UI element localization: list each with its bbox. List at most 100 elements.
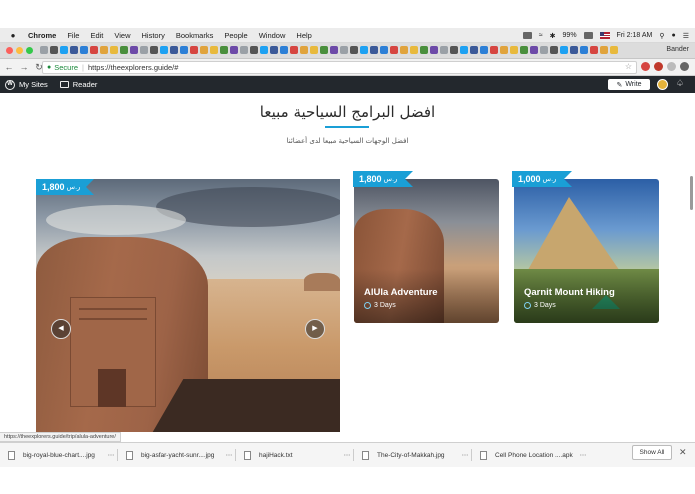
wifi-icon[interactable]: ≈ xyxy=(539,32,543,39)
tab-favicon-icon[interactable] xyxy=(330,46,338,54)
trip-card-alula[interactable]: AlUla Adventure 3 Days xyxy=(354,179,499,323)
menu-view[interactable]: View xyxy=(114,31,130,40)
tab-favicon-icon[interactable] xyxy=(90,46,98,54)
app-name[interactable]: Chrome xyxy=(28,31,56,40)
tab-favicon-icon[interactable] xyxy=(220,46,228,54)
tab-favicon-icon[interactable] xyxy=(410,46,418,54)
url-text[interactable]: https://theexplorers.guide/# xyxy=(88,63,178,72)
fullscreen-window-icon[interactable] xyxy=(26,47,33,54)
download-menu-button[interactable]: ⋯ xyxy=(458,451,472,459)
tab-favicon-icon[interactable] xyxy=(600,46,608,54)
extension-icon[interactable] xyxy=(641,62,650,71)
address-bar[interactable]: ● Secure | https://theexplorers.guide/# … xyxy=(42,61,637,74)
tab-favicon-icon[interactable] xyxy=(120,46,128,54)
spotlight-icon[interactable]: ⚲ xyxy=(659,32,664,40)
tab-favicon-icon[interactable] xyxy=(310,46,318,54)
tab-favicon-icon[interactable] xyxy=(380,46,388,54)
download-item[interactable]: hajiHack.txt ⋯ xyxy=(236,445,354,465)
battery-icon[interactable] xyxy=(583,32,593,39)
tab-favicon-icon[interactable] xyxy=(530,46,538,54)
download-menu-button[interactable]: ⋯ xyxy=(576,451,590,459)
tab-favicon-icon[interactable] xyxy=(40,46,48,54)
avatar[interactable] xyxy=(657,79,668,90)
menu-bookmarks[interactable]: Bookmarks xyxy=(176,31,214,40)
notification-center-icon[interactable]: ☰ xyxy=(683,32,689,40)
input-flag-icon[interactable] xyxy=(599,32,610,39)
my-sites-link[interactable]: My Sites xyxy=(19,80,48,89)
tab-favicon-icon[interactable] xyxy=(210,46,218,54)
tab-favicon-icon[interactable] xyxy=(320,46,328,54)
tab-favicon-icon[interactable] xyxy=(460,46,468,54)
write-button[interactable]: ✎ Write xyxy=(608,79,650,90)
tab-favicon-icon[interactable] xyxy=(500,46,508,54)
status-icon[interactable] xyxy=(522,32,532,39)
extension-icon[interactable] xyxy=(667,62,676,71)
download-menu-button[interactable]: ⋯ xyxy=(222,451,236,459)
download-item[interactable]: big-royal-blue-chart....jpg ⋯ xyxy=(0,445,118,465)
notifications-icon[interactable]: ♤ xyxy=(676,78,684,89)
tab-favicon-icon[interactable] xyxy=(540,46,548,54)
close-download-shelf-icon[interactable]: ✕ xyxy=(679,447,687,458)
tab-favicon-icon[interactable] xyxy=(160,46,168,54)
card-title[interactable]: AlUla Adventure xyxy=(364,287,438,298)
bluetooth-icon[interactable]: ✱ xyxy=(550,32,556,40)
menu-file[interactable]: File xyxy=(67,31,79,40)
tab-favicon-icon[interactable] xyxy=(370,46,378,54)
tab-favicon-icon[interactable] xyxy=(580,46,588,54)
tab-favicon-icon[interactable] xyxy=(70,46,78,54)
tab-favicon-icon[interactable] xyxy=(390,46,398,54)
bookmark-star-icon[interactable]: ☆ xyxy=(625,62,632,71)
menu-history[interactable]: History xyxy=(142,31,165,40)
download-item[interactable]: big-asfar-yacht-sunr....jpg ⋯ xyxy=(118,445,236,465)
tab-favicon-icon[interactable] xyxy=(250,46,258,54)
menu-icon[interactable] xyxy=(680,62,689,71)
extension-icon[interactable] xyxy=(654,62,663,71)
tab-favicon-icon[interactable] xyxy=(270,46,278,54)
menu-people[interactable]: People xyxy=(224,31,247,40)
tab-favicon-icon[interactable] xyxy=(610,46,618,54)
tab-favicon-icon[interactable] xyxy=(570,46,578,54)
clock[interactable]: Fri 2:18 AM xyxy=(617,32,653,39)
tab-favicon-icon[interactable] xyxy=(100,46,108,54)
forward-icon[interactable]: → xyxy=(18,62,30,72)
tab-favicon-icon[interactable] xyxy=(360,46,368,54)
reader-icon[interactable] xyxy=(59,81,69,88)
tab-favicon-icon[interactable] xyxy=(510,46,518,54)
tab-favicon-icon[interactable] xyxy=(150,46,158,54)
user-icon[interactable]: ● xyxy=(671,32,675,39)
tab-favicon-icon[interactable] xyxy=(430,46,438,54)
tab-favicon-icon[interactable] xyxy=(50,46,58,54)
tab-favicon-icon[interactable] xyxy=(560,46,568,54)
trip-card-qarnit[interactable]: Qarnit Mount Hiking 3 Days xyxy=(514,179,659,323)
tab-favicon-icon[interactable] xyxy=(420,46,428,54)
download-item[interactable]: Cell Phone Location ....apk ⋯ xyxy=(472,445,590,465)
tab-favicon-icon[interactable] xyxy=(450,46,458,54)
back-icon[interactable]: ← xyxy=(3,62,15,72)
tab-favicon-icon[interactable] xyxy=(200,46,208,54)
close-window-icon[interactable] xyxy=(6,47,13,54)
tab-favicon-icon[interactable] xyxy=(170,46,178,54)
tab-favicon-icon[interactable] xyxy=(440,46,448,54)
tab-favicon-icon[interactable] xyxy=(180,46,188,54)
minimize-window-icon[interactable] xyxy=(16,47,23,54)
apple-icon[interactable]: ● xyxy=(8,31,18,40)
tab-favicon-icon[interactable] xyxy=(260,46,268,54)
tab-favicon-icon[interactable] xyxy=(280,46,288,54)
tab-favicon-icon[interactable] xyxy=(300,46,308,54)
menu-help[interactable]: Help xyxy=(296,31,311,40)
menu-edit[interactable]: Edit xyxy=(90,31,103,40)
tab-favicon-icon[interactable] xyxy=(350,46,358,54)
card-title[interactable]: Qarnit Mount Hiking xyxy=(524,287,615,298)
battery-percent[interactable]: 99% xyxy=(563,32,577,39)
featured-trip-slider[interactable] xyxy=(36,179,340,432)
slider-next-button[interactable]: ▶ xyxy=(305,319,325,339)
tab-favicon-icon[interactable] xyxy=(240,46,248,54)
download-menu-button[interactable]: ⋯ xyxy=(104,451,118,459)
download-item[interactable]: The-City-of-Makkah.jpg ⋯ xyxy=(354,445,472,465)
tab-favicon-icon[interactable] xyxy=(140,46,148,54)
tab-favicon-icon[interactable] xyxy=(230,46,238,54)
tab-favicon-icon[interactable] xyxy=(340,46,348,54)
menu-window[interactable]: Window xyxy=(259,31,286,40)
show-all-downloads-button[interactable]: Show All xyxy=(632,445,672,460)
slider-prev-button[interactable]: ◀ xyxy=(51,319,71,339)
